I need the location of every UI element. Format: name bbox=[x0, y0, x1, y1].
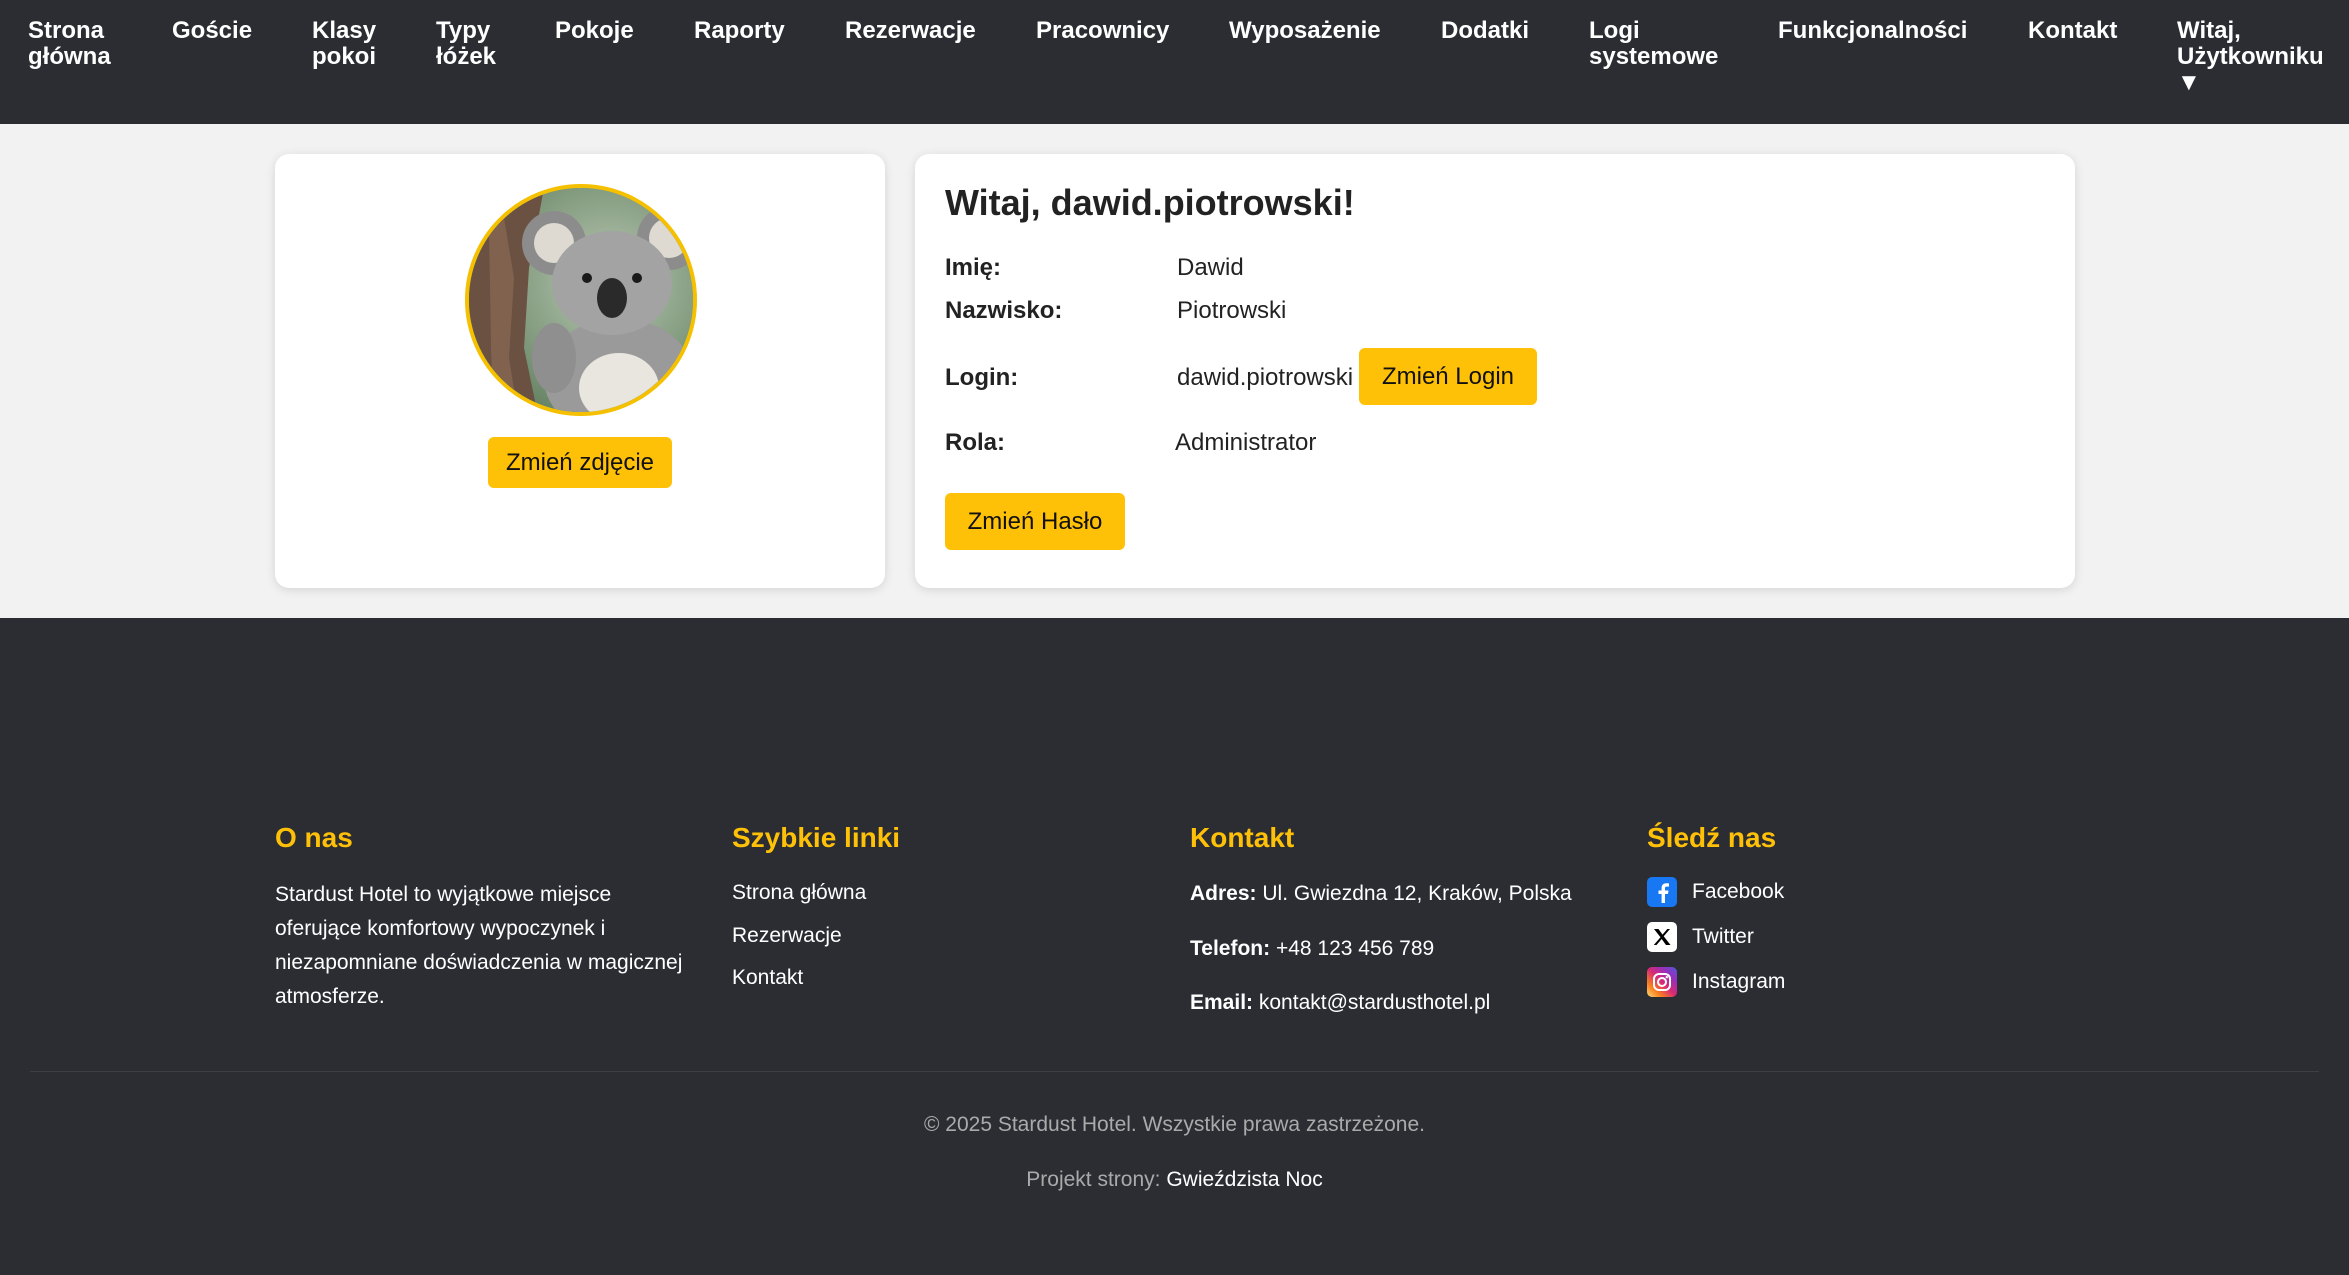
nav-pracownicy[interactable]: Pracownicy bbox=[1036, 18, 1169, 44]
profile-section: Zmień zdjęcie Witaj, dawid.piotrowski! I… bbox=[0, 124, 2349, 618]
first-name-value: Dawid bbox=[1177, 254, 1244, 281]
nav-wyposazenie[interactable]: Wyposażenie bbox=[1229, 18, 1381, 44]
login-value: dawid.piotrowski bbox=[1177, 364, 1354, 391]
change-login-button[interactable]: Zmień Login bbox=[1359, 348, 1537, 405]
quick-links-heading: Szybkie linki bbox=[732, 822, 901, 853]
facebook-label: Facebook bbox=[1692, 880, 1785, 903]
change-photo-button[interactable]: Zmień zdjęcie bbox=[488, 437, 672, 488]
social-twitter[interactable]: Twitter bbox=[1647, 922, 1754, 952]
contact-address: Adres: Ul. Gwiezdna 12, Kraków, Polska bbox=[1190, 877, 1572, 911]
contact-phone: Telefon: +48 123 456 789 bbox=[1190, 932, 1434, 966]
address-label: Adres: bbox=[1190, 882, 1257, 905]
nav-goscie[interactable]: Goście bbox=[172, 18, 252, 44]
about-heading: O nas bbox=[275, 822, 353, 853]
nav-strona-glowna[interactable]: Strona główna bbox=[28, 18, 111, 70]
x-twitter-icon bbox=[1647, 922, 1677, 952]
social-instagram[interactable]: Instagram bbox=[1647, 967, 1785, 997]
about-text: Stardust Hotel to wyjątkowe miejsce ofer… bbox=[275, 883, 683, 1008]
nav-kontakt[interactable]: Kontakt bbox=[2028, 18, 2117, 44]
profile-photo-card: Zmień zdjęcie bbox=[275, 154, 885, 588]
login-label: Login: bbox=[945, 364, 1019, 391]
project-label: Projekt strony: bbox=[1026, 1168, 1161, 1191]
koala-photo bbox=[469, 188, 693, 412]
avatar bbox=[465, 184, 697, 416]
footer-link-home[interactable]: Strona główna bbox=[732, 881, 866, 905]
site-footer: O nas Stardust Hotel to wyjątkowe miejsc… bbox=[0, 618, 2349, 1275]
instagram-label: Instagram bbox=[1692, 970, 1786, 993]
user-menu-dropdown[interactable]: Witaj, Użytkowniku ▼ bbox=[2177, 18, 2324, 96]
nav-rezerwacje[interactable]: Rezerwacje bbox=[845, 18, 976, 44]
nav-pokoje[interactable]: Pokoje bbox=[555, 18, 634, 44]
last-name-label: Nazwisko: bbox=[945, 297, 1063, 324]
contact-email: Email: kontakt@stardusthotel.pl bbox=[1190, 986, 1490, 1020]
nav-klasy-pokoi[interactable]: Klasy pokoi bbox=[312, 18, 376, 70]
instagram-icon bbox=[1647, 967, 1677, 997]
social-facebook[interactable]: Facebook bbox=[1647, 877, 1784, 907]
twitter-label: Twitter bbox=[1692, 925, 1754, 948]
nav-typy-lozek[interactable]: Typy łóżek bbox=[436, 18, 496, 70]
top-navbar: Strona główna Goście Klasy pokoi Typy łó… bbox=[0, 0, 2349, 124]
nav-raporty[interactable]: Raporty bbox=[694, 18, 785, 44]
footer-link-contact[interactable]: Kontakt bbox=[732, 966, 803, 990]
social-heading: Śledź nas bbox=[1647, 822, 1777, 853]
email-value[interactable]: kontakt@stardusthotel.pl bbox=[1259, 991, 1490, 1014]
greeting-title: Witaj, dawid.piotrowski! bbox=[945, 182, 1355, 223]
email-label: Email: bbox=[1190, 991, 1254, 1014]
project-link[interactable]: Gwieździsta Noc bbox=[1166, 1168, 1322, 1191]
facebook-icon bbox=[1647, 877, 1677, 907]
first-name-label: Imię: bbox=[945, 254, 1002, 281]
nav-dodatki[interactable]: Dodatki bbox=[1441, 18, 1529, 44]
contact-heading: Kontakt bbox=[1190, 822, 1295, 853]
footer-link-reservations[interactable]: Rezerwacje bbox=[732, 924, 842, 948]
project-credit: Projekt strony: Gwieździsta Noc bbox=[0, 1168, 2349, 1192]
copyright-text: © 2025 Stardust Hotel. Wszystkie prawa z… bbox=[923, 1113, 1426, 1136]
role-label: Rola: bbox=[945, 429, 1005, 456]
role-value: Administrator bbox=[1175, 429, 1317, 456]
phone-value: +48 123 456 789 bbox=[1275, 937, 1435, 960]
address-value: Ul. Gwiezdna 12, Kraków, Polska bbox=[1262, 882, 1572, 905]
change-password-button[interactable]: Zmień Hasło bbox=[945, 493, 1125, 550]
nav-funkcjonalnosci[interactable]: Funkcjonalności bbox=[1778, 18, 1967, 44]
nav-logi-systemowe[interactable]: Logi systemowe bbox=[1589, 18, 1718, 70]
last-name-value: Piotrowski bbox=[1177, 297, 1287, 324]
phone-label: Telefon: bbox=[1190, 937, 1271, 960]
footer-divider bbox=[30, 1071, 2319, 1072]
profile-info-card: Witaj, dawid.piotrowski! Imię: Dawid Naz… bbox=[915, 154, 2075, 588]
